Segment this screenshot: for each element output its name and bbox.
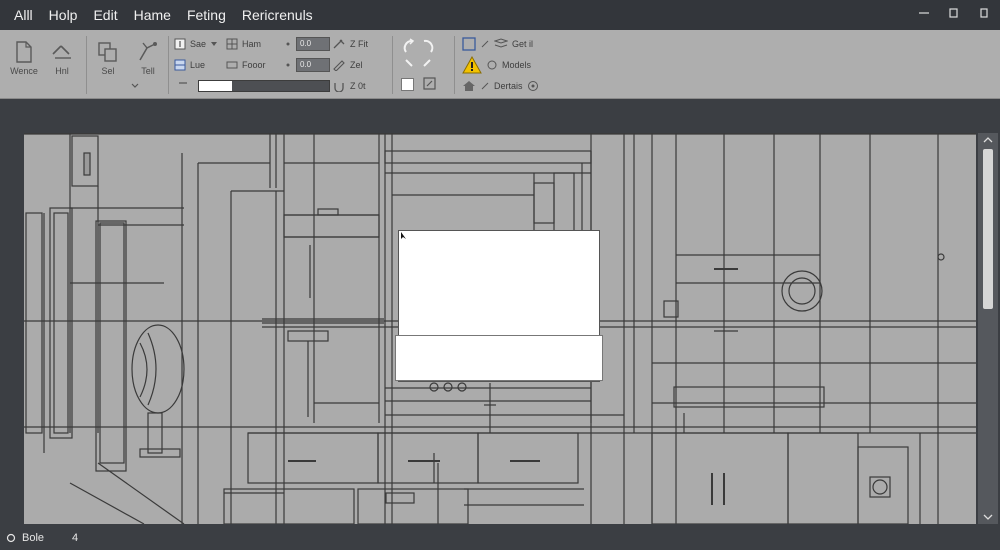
progress-fill [199,81,232,91]
menu-bar: Alll Holp Edit Hame Feting Rericrenuls [0,0,1000,30]
redo-arrow-icon [52,45,71,59]
sel-button[interactable]: Sel [88,34,128,76]
window-controls [916,4,992,22]
color-swatch[interactable] [401,78,414,91]
tile-icon [174,59,186,71]
brush-icon [333,39,345,49]
status-bar: Bole 4 [0,526,1000,550]
drawing-canvas[interactable] [24,133,976,524]
chevron-down-icon[interactable] [130,82,140,90]
cursor-icon [401,232,406,239]
dot-icon [286,42,290,46]
ribbon-separator [392,36,393,94]
pencil-icon [333,60,345,71]
ribbon-toolbar: Wence Hnl Sel Tell Sae Lue Ham Fooor 0.0… [0,30,1000,99]
close-icon [980,8,988,18]
models-label: Models [502,60,532,70]
value-field-1[interactable]: 0.0 [296,37,330,51]
ribbon-separator [454,36,455,94]
floor-icon [226,61,238,69]
slash-icon [481,40,489,48]
field1-row[interactable]: 0.0 [284,36,330,52]
ribbon-separator [86,36,87,94]
models-row[interactable]: Models [462,56,532,74]
minimize-icon [919,12,929,14]
menu-edit[interactable]: Edit [85,7,125,23]
progress-bar [198,80,330,92]
ribbon-separator [168,36,169,94]
page-icon [16,41,32,63]
dialog-lower-panel[interactable] [395,335,603,381]
value-field-2[interactable]: 0.0 [296,58,330,72]
menu-home[interactable]: Hame [126,7,179,23]
scroll-up-icon[interactable] [982,135,994,145]
hnl-button[interactable]: Hnl [42,34,82,76]
slash-icon [481,82,489,90]
name-row[interactable]: Ham [226,36,261,52]
status-text: Bole [22,532,45,544]
sel-label: Sel [101,66,115,76]
warning-icon [462,56,482,74]
size-label: Sae [190,39,207,49]
rotate-icon[interactable] [398,36,440,58]
fit-value: Z Fit [350,39,368,49]
name-label: Ham [242,39,262,49]
workspace [0,99,1000,526]
restore-icon [949,8,958,18]
field2-row[interactable]: 0.0 [284,57,330,73]
grid-icon [226,38,238,50]
floor-label: Fooor [242,60,266,70]
wence-label: Wence [10,66,38,76]
settings-icon [487,60,497,70]
minus-icon [179,82,187,84]
export-icon[interactable] [422,76,438,92]
menu-help[interactable]: Holp [41,7,86,23]
magnet-icon [334,83,344,92]
menu-setting[interactable]: Feting [179,7,234,23]
fit-row[interactable]: Z Fit [332,36,368,52]
box-icon [462,37,476,51]
vertical-scrollbar[interactable] [978,133,998,524]
tile-label: Lue [190,60,206,70]
zel-value: Zel [350,60,363,70]
refresh-icon[interactable] [398,56,440,76]
target-icon [527,81,538,91]
close-button[interactable] [976,4,992,22]
getit-row[interactable]: Get il [462,36,533,52]
floor-row[interactable]: Fooor [226,57,266,73]
tell-button[interactable]: Tell [128,34,168,76]
zot-value: Z 0t [350,81,366,91]
tell-label: Tell [141,66,155,76]
getit-label: Get il [512,39,534,49]
pick-icon [139,42,157,61]
home-icon [463,81,475,91]
size-row[interactable]: Sae [174,36,218,52]
blank-dialog[interactable] [395,230,603,382]
details-row[interactable]: Dertais [462,78,539,94]
menu-references[interactable]: Rericrenuls [234,7,321,23]
scroll-down-icon[interactable] [982,512,994,522]
number-icon [174,38,186,50]
restore-button[interactable] [946,4,962,22]
menu-all[interactable]: Alll [0,7,41,23]
scroll-thumb[interactable] [983,149,993,309]
hnl-label: Hnl [55,66,69,76]
copy-icon [98,42,117,62]
zel-row[interactable]: Zel [332,57,363,73]
dot-icon [286,63,290,67]
layers-icon [494,38,508,48]
dropdown-icon [211,42,218,46]
status-count: 4 [72,532,79,544]
details-label: Dertais [494,81,523,91]
tile-row[interactable]: Lue [174,57,205,73]
status-settings-icon[interactable] [6,533,16,543]
minimize-button[interactable] [916,4,932,22]
wence-button[interactable]: Wence [4,34,44,76]
zot-row[interactable]: Z 0t [332,78,366,94]
